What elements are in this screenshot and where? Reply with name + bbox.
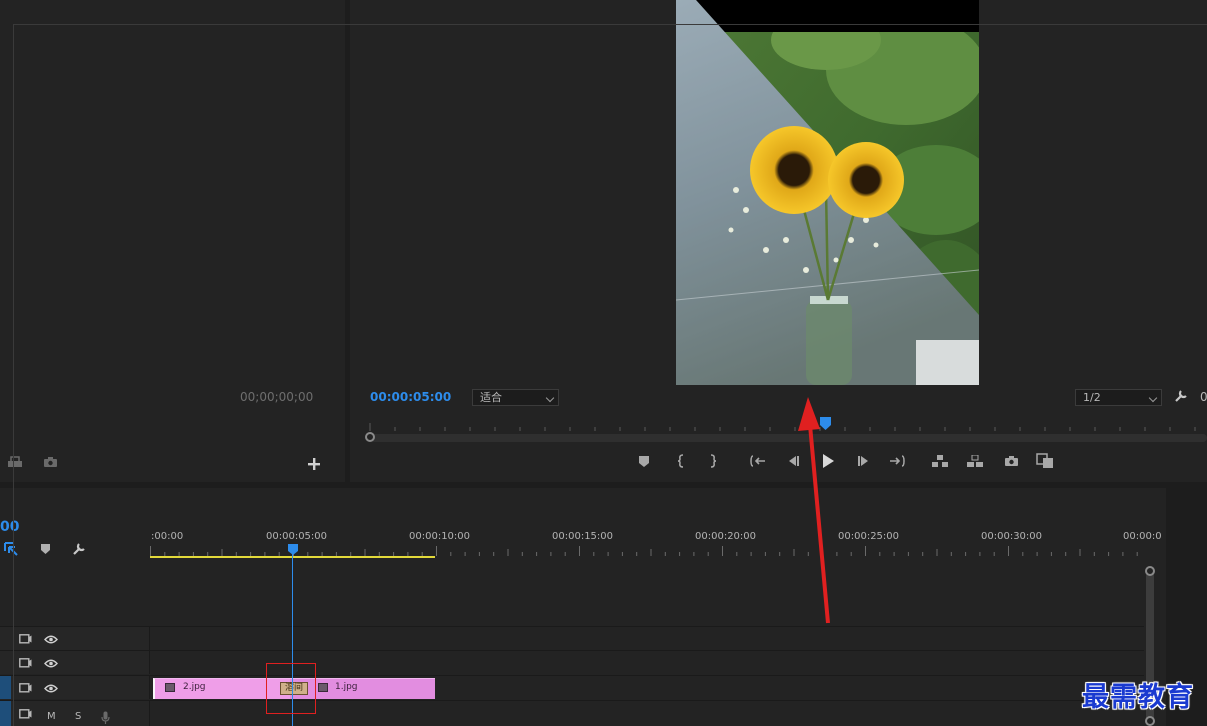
watermark: 最需教育 <box>1082 682 1194 713</box>
red-arrow-annotation <box>798 397 830 624</box>
highlight-box <box>266 663 316 714</box>
right-panel-frame <box>13 24 1207 726</box>
source-patch-target[interactable] <box>0 701 11 726</box>
source-patch-target[interactable] <box>0 676 11 699</box>
